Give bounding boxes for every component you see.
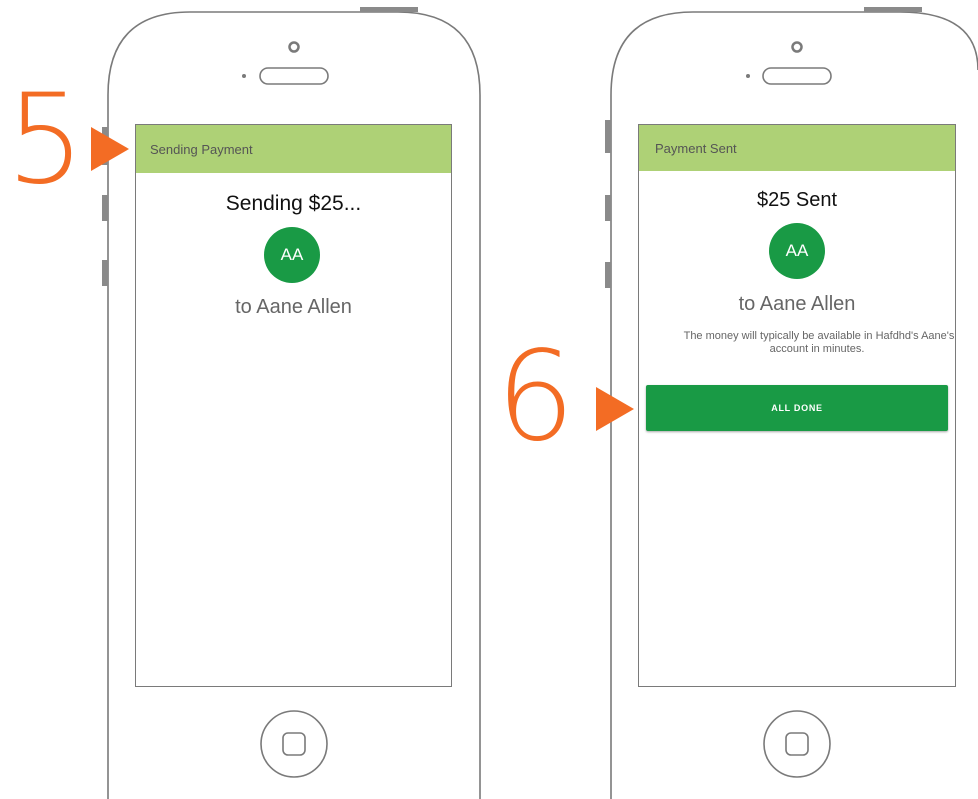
step-5-arrow: [91, 127, 129, 171]
app-header: Sending Payment: [136, 125, 451, 173]
app-header: Payment Sent: [639, 125, 955, 171]
triangle-right-icon: [91, 127, 129, 171]
all-done-button[interactable]: ALL DONE: [646, 385, 948, 431]
availability-note-line-1: The money will typically be available in…: [683, 330, 955, 342]
sending-amount-title: Sending $25...: [225, 192, 362, 215]
avatar: AA: [264, 227, 320, 283]
step-number-6: 6: [496, 325, 575, 469]
availability-note-line-2: account in minutes.: [769, 343, 865, 355]
screen-payment-sent: Payment Sent $25 Sent AA to Aane Allen T…: [638, 124, 956, 687]
step-number-5: 5: [6, 68, 85, 212]
triangle-right-icon: [596, 387, 634, 431]
header-title: Payment Sent: [655, 140, 737, 156]
recipient-name: to Aane Allen: [738, 293, 856, 315]
step-6-arrow: [596, 387, 634, 431]
sent-amount-title: $25 Sent: [756, 189, 838, 211]
screen-sending-payment: Sending Payment Sending $25... AA to Aan…: [135, 124, 452, 687]
availability-note: The money will typically be available in…: [659, 330, 978, 356]
avatar: AA: [769, 223, 825, 279]
header-title: Sending Payment: [150, 141, 253, 157]
recipient-name: to Aane Allen: [235, 296, 352, 318]
